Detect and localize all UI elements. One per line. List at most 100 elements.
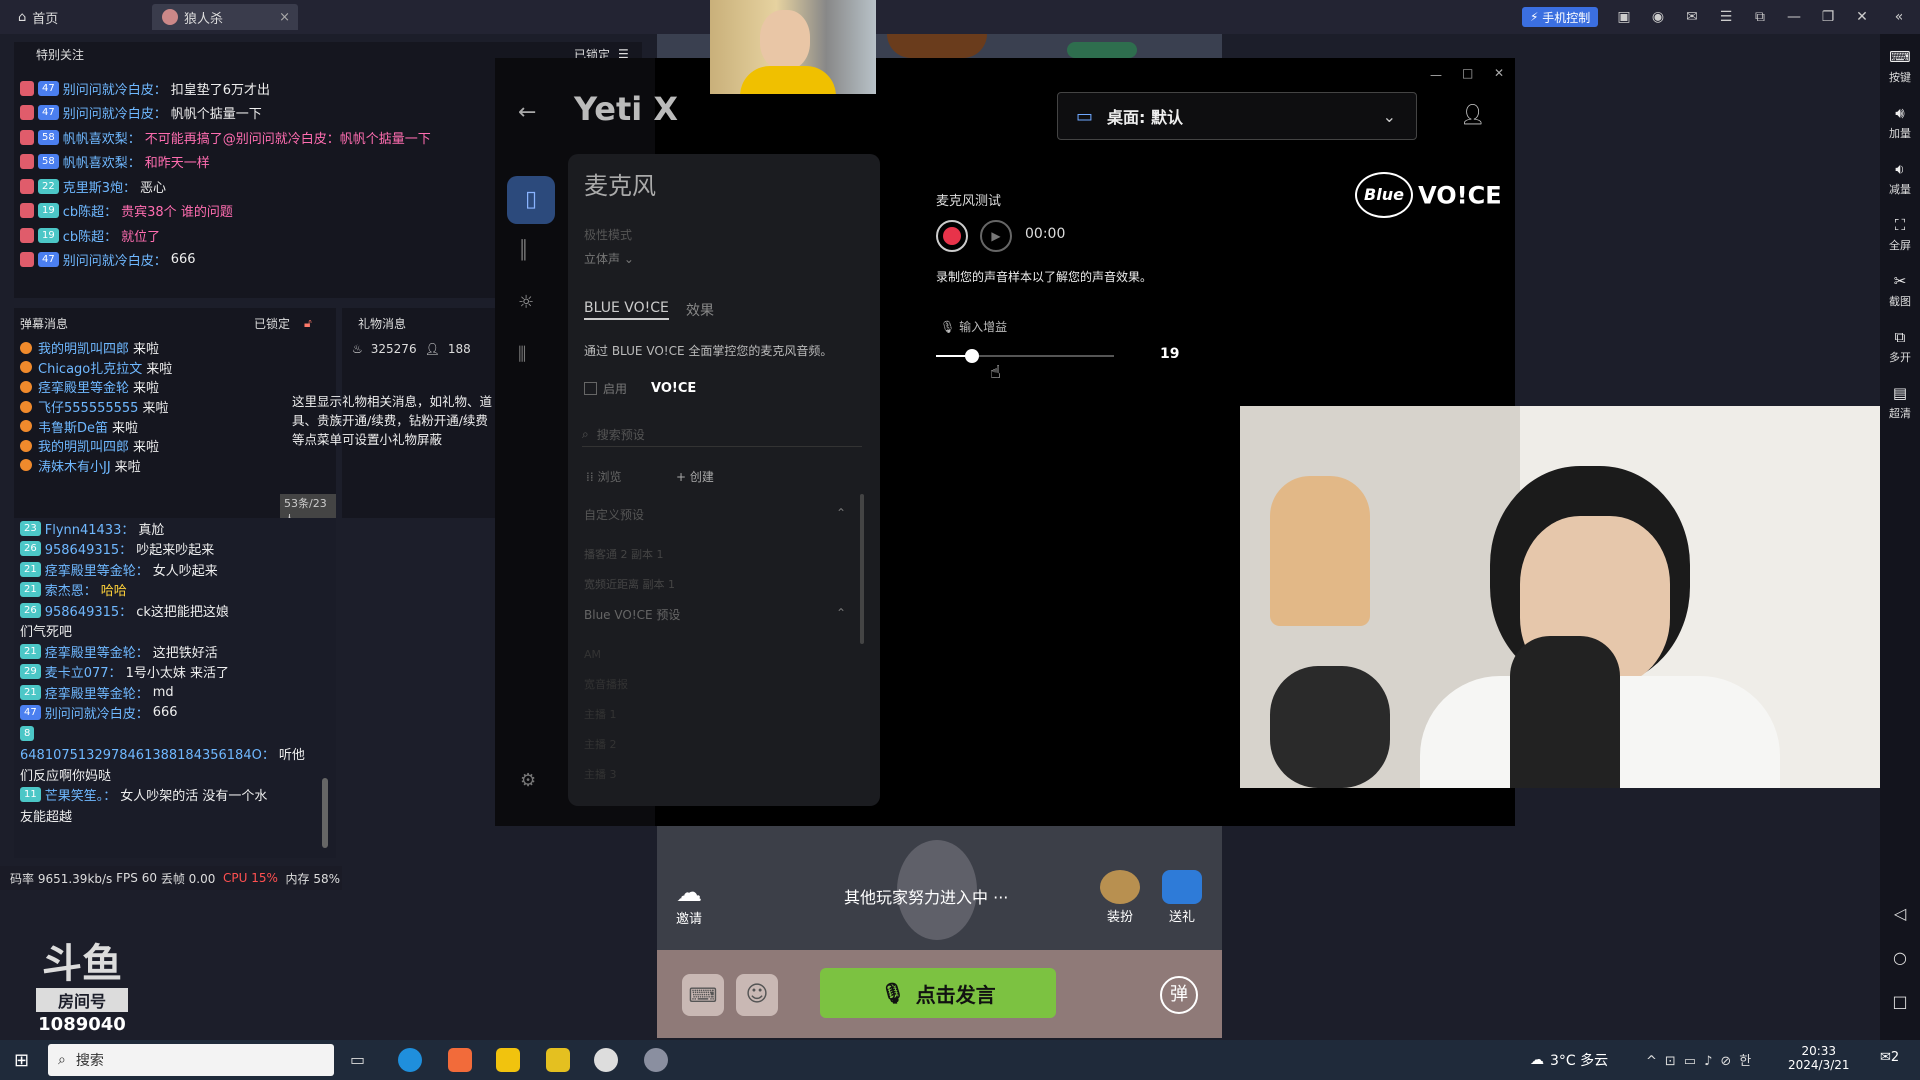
light-nav-icon[interactable]: ☼: [518, 292, 534, 313]
username[interactable]: 帆帆喜欢梨：: [63, 152, 141, 171]
user-icon[interactable]: ◉: [1647, 6, 1669, 28]
username[interactable]: 958649315：: [45, 539, 132, 558]
mic-nav-icon[interactable]: ▯: [507, 176, 555, 224]
mini-icon[interactable]: ⧉: [1749, 6, 1771, 28]
username[interactable]: 芒果笑笙。：: [45, 785, 117, 804]
username[interactable]: 麦卡立077：: [45, 662, 122, 681]
chat-list[interactable]: 23 Flynn41433： 真尬 26 958649315： 吵起来吵起来 21 痉挛殿里等…: [14, 518, 336, 858]
dress-button[interactable]: 装扮: [1100, 870, 1140, 925]
tab-blue-voice[interactable]: BLUE VO!CE: [584, 300, 669, 320]
username[interactable]: 6481075132978461388184356184O：: [20, 744, 275, 763]
blue-preset-item[interactable]: 主播 2: [584, 730, 628, 760]
preset-search[interactable]: ⌕ 搜索预设: [582, 422, 862, 447]
username[interactable]: 痉挛殿里等金轮：: [45, 642, 149, 661]
blue-presets-header[interactable]: Blue VO!CE 预设: [584, 606, 680, 623]
app-chat-icon[interactable]: [546, 1048, 570, 1072]
username[interactable]: Flynn41433：: [45, 519, 135, 538]
panel-scrollbar[interactable]: [860, 494, 864, 644]
nav-back-icon[interactable]: ◁: [1880, 904, 1920, 923]
username[interactable]: 帆帆喜欢梨：: [63, 128, 141, 147]
mixer-nav-icon[interactable]: ⫼: [518, 344, 526, 365]
username[interactable]: 索杰恩：: [45, 580, 97, 599]
nav-recent-icon[interactable]: □: [1880, 992, 1920, 1011]
blue-preset-item[interactable]: 宽音播报: [584, 670, 628, 700]
username[interactable]: 韦鲁斯De笛: [38, 417, 108, 436]
window-maximize[interactable]: □: [1462, 66, 1473, 80]
speak-button[interactable]: 🎙︎ 点击发言: [820, 968, 1056, 1018]
eq-nav-icon[interactable]: ║: [518, 240, 529, 261]
emoji-icon[interactable]: ☺: [736, 974, 778, 1016]
tool-keys[interactable]: ⌨ 按键: [1880, 48, 1920, 85]
mail-icon[interactable]: ✉: [1681, 6, 1703, 28]
username[interactable]: 痉挛殿里等金轮：: [45, 560, 149, 579]
tool-screenshot[interactable]: ✂ 截图: [1880, 272, 1920, 309]
username[interactable]: 痉挛殿里等金轮：: [45, 683, 149, 702]
browse-button[interactable]: ⁞⁞ 浏览: [586, 468, 621, 485]
chevron-up-icon-2[interactable]: ⌃: [836, 606, 846, 620]
app-yellow-icon[interactable]: [496, 1048, 520, 1072]
username[interactable]: cb陈超：: [63, 201, 117, 220]
taskbar-search[interactable]: ⌕ 搜索: [48, 1044, 334, 1076]
window-close[interactable]: ✕: [1494, 66, 1504, 80]
tool-volume-down[interactable]: 🔉︎ 减量: [1880, 160, 1920, 197]
username[interactable]: 我的明凯叫四郎: [38, 338, 129, 357]
play-button[interactable]: ▶: [980, 220, 1012, 252]
username[interactable]: cb陈超：: [63, 226, 117, 245]
close-icon[interactable]: ✕: [1851, 6, 1873, 28]
weather-widget[interactable]: ☁ 3°C 多云: [1530, 1050, 1608, 1070]
account-icon[interactable]: 👤︎: [1460, 102, 1485, 126]
device-dropdown[interactable]: ▭ 桌面: 默认 ⌄: [1057, 92, 1417, 140]
lock-icon[interactable]: 🔓︎: [304, 316, 312, 331]
danmu-lock-status[interactable]: 已锁定: [254, 315, 290, 332]
tool-multi[interactable]: ⧉ 多开: [1880, 328, 1920, 365]
blue-preset-item[interactable]: AM: [584, 640, 628, 670]
minimize-icon[interactable]: —: [1783, 6, 1805, 28]
douyu-app-icon[interactable]: [448, 1048, 472, 1072]
windows-start-icon[interactable]: ⊞: [14, 1050, 29, 1071]
enable-checkbox[interactable]: 启用 VO!CE: [584, 380, 696, 397]
username[interactable]: 飞仔555555555: [38, 397, 138, 416]
settings-icon[interactable]: ⚙: [520, 770, 536, 791]
gain-slider-track[interactable]: [936, 349, 1114, 363]
tab-effect[interactable]: 效果: [686, 300, 714, 320]
username[interactable]: 我的明凯叫四郎: [38, 436, 129, 455]
username[interactable]: Chicago扎克拉文: [38, 358, 142, 377]
task-view-icon[interactable]: ▭: [350, 1050, 365, 1069]
tool-fullscreen[interactable]: ⛶ 全屏: [1880, 216, 1920, 253]
custom-preset-item[interactable]: 宽频近距离 副本 1: [584, 570, 675, 600]
username[interactable]: 涛妹木有小JJ: [38, 456, 111, 475]
edge-icon[interactable]: [398, 1048, 422, 1072]
username[interactable]: 别问问就冷白皮：: [63, 79, 167, 98]
invite-button[interactable]: ☁ 邀请: [676, 878, 702, 927]
blue-preset-item[interactable]: 主播 3: [584, 760, 628, 790]
username[interactable]: 克里斯3炮：: [63, 177, 136, 196]
gamepad-icon[interactable]: ▣: [1613, 6, 1635, 28]
collapse-icon[interactable]: «: [1888, 6, 1910, 28]
tray-icons[interactable]: ^⊡▭♪⊘한: [1646, 1050, 1759, 1069]
close-tab-icon[interactable]: ×: [279, 10, 290, 25]
polar-select[interactable]: 立体声 ⌄: [584, 250, 634, 267]
tab-game[interactable]: 狼人杀 ×: [152, 4, 298, 30]
username[interactable]: 别问问就冷白皮：: [45, 703, 149, 722]
logitech-icon[interactable]: [594, 1048, 618, 1072]
tool-volume-up[interactable]: 🔊︎ 加量: [1880, 104, 1920, 141]
keyboard-icon[interactable]: ⌨: [682, 974, 724, 1016]
clock[interactable]: 20:33 2024/3/21: [1788, 1044, 1850, 1072]
gift-button[interactable]: 送礼: [1162, 870, 1202, 925]
menu-icon[interactable]: ☰: [1715, 6, 1737, 28]
tab-home[interactable]: ⌂ 首页: [18, 4, 58, 30]
window-minimize[interactable]: —: [1430, 68, 1442, 82]
back-arrow-icon[interactable]: ←: [518, 100, 536, 125]
record-button[interactable]: [936, 220, 968, 252]
nav-home-icon[interactable]: ○: [1880, 948, 1920, 967]
restore-icon[interactable]: ❐: [1817, 6, 1839, 28]
username[interactable]: 痉挛殿里等金轮: [38, 377, 129, 396]
danmu-toggle-button[interactable]: 弹: [1160, 976, 1198, 1014]
phone-control-button[interactable]: ⚡ 手机控制: [1522, 7, 1599, 27]
username[interactable]: 别问问就冷白皮：: [63, 250, 167, 269]
blue-preset-item[interactable]: 主播 1: [584, 700, 628, 730]
custom-preset-item[interactable]: 播客通 2 副本 1: [584, 540, 675, 570]
settings-app-icon[interactable]: [644, 1048, 668, 1072]
username[interactable]: 别问问就冷白皮：: [63, 103, 167, 122]
username[interactable]: 958649315：: [45, 601, 132, 620]
